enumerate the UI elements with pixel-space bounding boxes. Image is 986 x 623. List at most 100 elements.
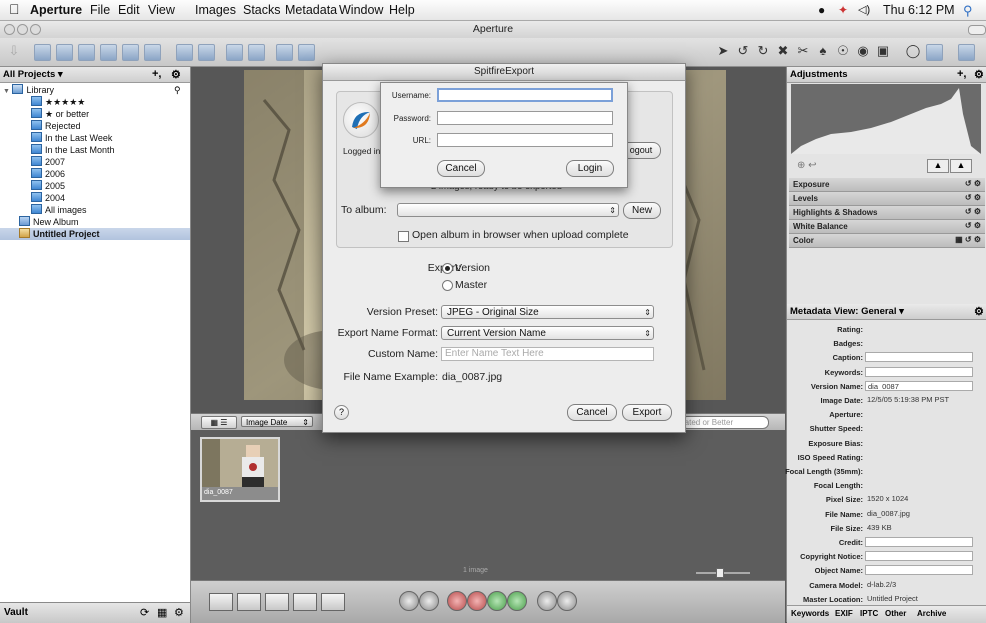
browser-viewer-button[interactable]: [237, 593, 261, 611]
sidebar-item-rejected[interactable]: Rejected: [31, 120, 81, 131]
full-screen-icon[interactable]: [926, 44, 943, 61]
new-folder-icon[interactable]: [56, 44, 73, 61]
export-name-format-popup[interactable]: Current Version Name ⇕: [441, 326, 654, 340]
sort-popup[interactable]: Image Date ⇕: [241, 416, 313, 427]
metadata-view-menu[interactable]: Metadata View: General ▾: [790, 306, 904, 317]
album-popup[interactable]: ⇕: [397, 203, 619, 217]
help-button[interactable]: ?: [334, 405, 349, 420]
all-projects-menu[interactable]: All Projects ▾: [3, 69, 63, 80]
adjustment-exposure[interactable]: Exposure ↺ ⚙: [789, 178, 985, 192]
import-icon[interactable]: ⇩: [6, 43, 22, 59]
status-icon[interactable]: ✦: [838, 3, 848, 17]
username-field[interactable]: [437, 88, 613, 102]
sidebar-item-2005[interactable]: 2005: [31, 180, 65, 191]
sidebar-item-last-week[interactable]: In the Last Week: [31, 132, 112, 143]
disclosure-triangle-icon[interactable]: ▼: [3, 88, 10, 95]
metadata-value[interactable]: [865, 551, 973, 561]
volume-icon[interactable]: ◁): [858, 3, 870, 16]
red-eye-tool-icon[interactable]: ◉: [855, 43, 871, 59]
grid-view-toggle[interactable]: ▦ ☰: [201, 416, 237, 429]
apple-icon[interactable]: : [9, 1, 20, 17]
loupe-icon[interactable]: [276, 44, 293, 61]
sidebar-item-2006[interactable]: 2006: [31, 168, 65, 179]
url-field[interactable]: [437, 133, 613, 147]
next-image-button[interactable]: [419, 591, 439, 611]
adjustment-actions-icon[interactable]: ↺ ⚙: [965, 179, 981, 188]
filter-field[interactable]: rated or Better: [681, 416, 769, 429]
new-album-icon[interactable]: [78, 44, 95, 61]
rotate-left-icon[interactable]: [226, 44, 243, 61]
auto-levels-icon[interactable]: ▲: [950, 159, 972, 173]
select-tool-icon[interactable]: ➤: [715, 43, 731, 59]
cancel-button[interactable]: Cancel: [567, 404, 617, 421]
login-cancel-button[interactable]: Cancel: [437, 160, 485, 177]
stack-prev-button[interactable]: [537, 591, 557, 611]
custom-name-field[interactable]: Enter Name Text Here: [441, 347, 654, 361]
pick-icon[interactable]: [198, 44, 215, 61]
open-in-browser-checkbox[interactable]: [398, 231, 409, 242]
sidebar-item-one-star-or-better[interactable]: ★ or better: [31, 108, 89, 119]
adjustment-white-balance[interactable]: White Balance ↺ ⚙: [789, 220, 985, 234]
menu-clock[interactable]: Thu 6:12 PM: [883, 3, 955, 17]
stamp-tool-icon[interactable]: ▣: [875, 43, 891, 59]
adjustment-color[interactable]: Color ▦ ↺ ⚙: [789, 234, 985, 248]
login-button[interactable]: Login: [566, 160, 614, 177]
new-album-button[interactable]: New: [623, 202, 661, 219]
stack-icon[interactable]: [176, 44, 193, 61]
sidebar-item-last-month[interactable]: In the Last Month: [31, 144, 115, 155]
increase-rating-button[interactable]: [487, 591, 507, 611]
add-adjustment-icon[interactable]: +,: [957, 68, 966, 80]
metadata-gear-icon[interactable]: ⚙: [974, 305, 984, 318]
new-smart-album-icon[interactable]: [100, 44, 117, 61]
add-icon[interactable]: +,: [152, 68, 161, 80]
spotlight-icon[interactable]: ⚲: [963, 3, 973, 19]
vault-add-icon[interactable]: ▦: [157, 606, 167, 619]
tab-iptc[interactable]: IPTC: [860, 609, 878, 618]
eyedropper-icon[interactable]: ⊕ ↩: [797, 160, 817, 171]
viewer-only-button[interactable]: [265, 593, 289, 611]
metadata-value[interactable]: [865, 352, 973, 362]
adjustment-actions-icon[interactable]: ↺ ⚙: [965, 207, 981, 216]
full-screen-button[interactable]: [321, 593, 345, 611]
export-button[interactable]: Export: [622, 404, 672, 421]
adjustment-actions-icon[interactable]: ↺ ⚙: [965, 221, 981, 230]
tab-exif[interactable]: EXIF: [835, 609, 853, 618]
adjustments-gear-icon[interactable]: ⚙: [974, 68, 984, 81]
gear-icon[interactable]: ⚙: [171, 68, 181, 81]
lift-tool-icon[interactable]: ♠: [815, 43, 831, 59]
decrease-rating-button[interactable]: [467, 591, 487, 611]
crop-tool-icon[interactable]: ✂: [795, 43, 811, 59]
password-field[interactable]: [437, 111, 613, 125]
rotate-tool-icon[interactable]: ↺: [735, 43, 751, 59]
new-light-table-icon[interactable]: [122, 44, 139, 61]
rotate-right-icon[interactable]: [248, 44, 265, 61]
tab-keywords[interactable]: Keywords: [791, 609, 829, 618]
metadata-value[interactable]: dia_0087: [865, 381, 973, 391]
inspector-icon[interactable]: [958, 44, 975, 61]
menu-metadata[interactable]: Metadata: [285, 3, 337, 17]
previous-image-button[interactable]: [399, 591, 419, 611]
adjustment-highlights-shadows[interactable]: Highlights & Shadows ↺ ⚙: [789, 206, 985, 220]
new-project-icon[interactable]: [34, 44, 51, 61]
user-icon[interactable]: ●: [818, 3, 825, 17]
tab-other[interactable]: Other: [885, 609, 906, 618]
show-projects-button[interactable]: [209, 593, 233, 611]
loupe-view-icon[interactable]: ◯: [905, 43, 921, 59]
sidebar-item-untitled-project[interactable]: Untitled Project: [19, 228, 100, 239]
sidebar-item-2007[interactable]: 2007: [31, 156, 65, 167]
auto-exposure-icon[interactable]: ▲: [927, 159, 949, 173]
menu-help[interactable]: Help: [389, 3, 415, 17]
rotate-ccw-tool-icon[interactable]: ↻: [755, 43, 771, 59]
slider-thumb[interactable]: [716, 568, 724, 578]
select-button[interactable]: [507, 591, 527, 611]
menu-window[interactable]: Window: [339, 3, 383, 17]
toolbar-toggle-button[interactable]: [968, 25, 986, 35]
menu-file[interactable]: File: [90, 3, 110, 17]
adjustment-actions-icon[interactable]: ↺ ⚙: [965, 193, 981, 202]
sidebar-item-new-album[interactable]: New Album: [19, 216, 79, 227]
metadata-value[interactable]: [865, 367, 973, 377]
version-preset-popup[interactable]: JPEG - Original Size ⇕: [441, 305, 654, 319]
sidebar-item-library[interactable]: ▼ Library: [3, 84, 54, 95]
adjustment-actions-icon[interactable]: ▦ ↺ ⚙: [955, 235, 981, 244]
sidebar-item-five-stars[interactable]: ★★★★★: [31, 96, 85, 107]
